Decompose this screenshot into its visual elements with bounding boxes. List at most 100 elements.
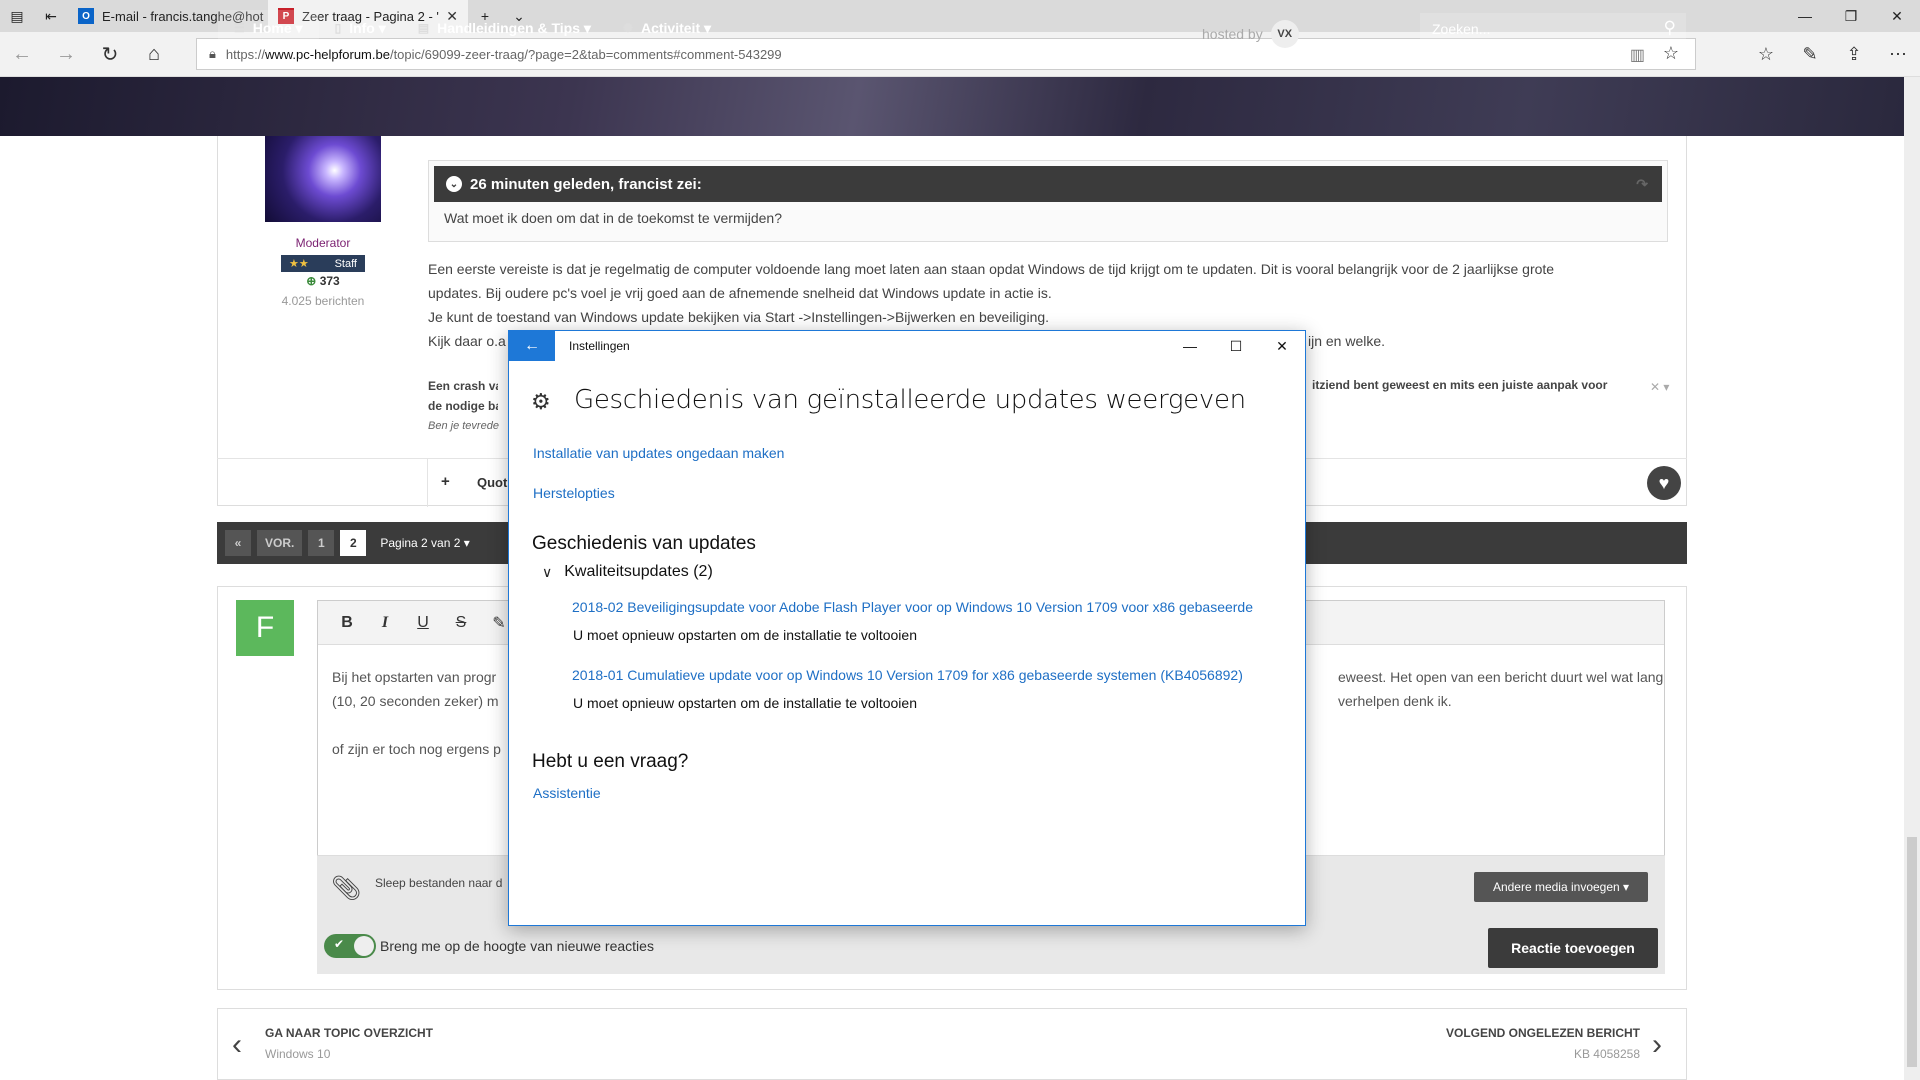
close-icon[interactable]: ✕ <box>1259 331 1305 361</box>
web-note-icon[interactable]: ✎ <box>1788 34 1832 74</box>
chevron-left-icon[interactable]: ‹ <box>232 1028 242 1062</box>
update-history-heading: Geschiedenis van updates <box>532 533 756 554</box>
menu-item-handleidingen[interactable]: ▤ Handleidingen & Tips ▾ <box>402 10 607 46</box>
underline-button[interactable]: U <box>404 614 442 632</box>
set-aside-tabs-icon[interactable]: ⇤ <box>34 0 68 32</box>
document-icon: ▯ <box>334 21 342 35</box>
back-arrow-icon[interactable]: ← <box>509 331 555 361</box>
back-arrow-icon[interactable]: ← <box>0 34 44 74</box>
user-avatar[interactable]: F <box>236 600 294 656</box>
multiquote-plus-icon[interactable]: + <box>441 473 450 490</box>
quality-updates-toggle[interactable]: ∨ Kwaliteitsupdates (2) <box>542 563 713 581</box>
next-unread-topic[interactable]: KB 4058258 <box>1574 1047 1640 1061</box>
insert-media-button[interactable]: Andere media invoegen ▾ <box>1474 872 1648 902</box>
body-line: Een eerste vereiste is dat je regelmatig… <box>428 261 1555 277</box>
quote-header-text: 26 minuten geleden, francist zei: <box>470 175 702 193</box>
topic-navigation <box>217 1008 1687 1080</box>
favorites-hub-icon[interactable]: ☆ <box>1744 34 1788 74</box>
page-scrollbar[interactable] <box>1904 77 1920 1080</box>
outlook-icon: O <box>78 8 94 24</box>
update-link[interactable]: 2018-01 Cumulatieve update voor op Windo… <box>572 667 1288 683</box>
search-icon[interactable]: ⚲ <box>1664 18 1676 38</box>
bold-button[interactable]: B <box>328 614 366 632</box>
page-1-button[interactable]: 1 <box>308 530 335 556</box>
menu-label: Info <box>349 20 375 36</box>
main-menu: ☰ Home ▾ ▯ Info ▾ ▤ Handleidingen & Tips… <box>218 10 727 46</box>
editor-line: (10, 20 seconden zeker) m <box>332 693 499 709</box>
quote-block: ⌄ 26 minuten geleden, francist zei: ↷ Wa… <box>428 160 1668 242</box>
page-2-button[interactable]: 2 <box>340 530 367 556</box>
media-button-label: Andere media invoegen <box>1492 880 1620 894</box>
check-icon: ✔ <box>334 937 345 951</box>
topic-overview-forum[interactable]: Windows 10 <box>265 1047 330 1061</box>
quote-button[interactable]: Quot <box>477 475 507 490</box>
recovery-options-link[interactable]: Herstelopties <box>533 485 615 501</box>
settings-window-title: Instellingen <box>569 339 630 353</box>
body-line: Je kunt de toestand van Windows update b… <box>428 309 1050 325</box>
signature-left: Een crash va de nodige ba <box>428 376 498 416</box>
body-line: updates. Bij oudere pc's voel je vrij go… <box>428 285 1052 301</box>
signature-italic: Ben je tevrede <box>428 420 499 432</box>
settings-page-title: Geschiedenis van geïnstalleerde updates … <box>574 385 1246 415</box>
get-help-link[interactable]: Assistentie <box>533 785 601 801</box>
gear-icon: ⚙ <box>531 389 551 414</box>
maximize-icon[interactable]: ☐ <box>1213 331 1259 361</box>
refresh-icon[interactable]: ↻ <box>88 34 132 74</box>
toggle-knob <box>354 936 374 956</box>
activity-icon: ✺ <box>622 21 633 35</box>
restore-icon[interactable]: ❐ <box>1828 0 1874 32</box>
signature-line: Een crash va <box>428 379 498 393</box>
chevron-down-icon: ⌄ <box>446 176 462 192</box>
divider <box>427 459 428 507</box>
lock-icon: 🔒︎ <box>209 46 216 61</box>
first-page-button[interactable]: « <box>225 530 251 556</box>
quote-header[interactable]: ⌄ 26 minuten geleden, francist zei: ↷ <box>434 166 1662 202</box>
author-avatar[interactable] <box>265 136 381 222</box>
site-header <box>0 77 1904 136</box>
italic-button[interactable]: I <box>366 614 404 632</box>
settings-title-bar: ← Instellingen — ☐ ✕ <box>509 331 1305 361</box>
tab-manager-icon[interactable]: ▤ <box>0 0 34 32</box>
reading-view-icon[interactable]: ▥ <box>1630 45 1645 65</box>
signature-line: de nodige ba <box>428 399 498 413</box>
minimize-icon[interactable]: — <box>1782 0 1828 32</box>
site-search-input[interactable]: Zoeken... ⚲ <box>1420 13 1686 45</box>
page-jump-label: Pagina 2 van 2 <box>380 536 461 550</box>
topic-overview-link[interactable]: GA NAAR TOPIC OVERZICHT <box>265 1026 433 1040</box>
home-icon[interactable]: ⌂ <box>132 34 176 74</box>
update-link[interactable]: 2018-02 Beveiligingsupdate voor Adobe Fl… <box>572 599 1288 615</box>
signature-right: itziend bent geweest en mits een juiste … <box>1312 378 1608 392</box>
update-status: U moet opnieuw opstarten om de installat… <box>573 627 917 643</box>
strikethrough-button[interactable]: S <box>442 614 480 632</box>
forward-arrow-icon[interactable]: → <box>44 34 88 74</box>
prev-page-button[interactable]: VOR. <box>257 530 303 556</box>
menu-item-activiteit[interactable]: ✺ Activiteit ▾ <box>607 10 727 46</box>
search-placeholder: Zoeken... <box>1432 21 1491 37</box>
favorite-star-icon[interactable]: ☆ <box>1663 43 1679 64</box>
menu-label: Home <box>252 20 292 36</box>
author-role: Moderator <box>295 236 351 250</box>
follow-toggle[interactable]: ✔ <box>324 934 376 958</box>
close-window-icon[interactable]: ✕ <box>1874 0 1920 32</box>
share-arrow-icon[interactable]: ↷ <box>1636 176 1648 193</box>
like-heart-icon[interactable]: ♥ <box>1647 466 1681 500</box>
share-icon[interactable]: ⇪ <box>1832 34 1876 74</box>
reputation-value: 373 <box>319 274 340 288</box>
chevron-right-icon[interactable]: › <box>1652 1028 1662 1062</box>
update-status: U moet opnieuw opstarten om de installat… <box>573 695 917 711</box>
more-icon[interactable]: ⋯ <box>1876 34 1920 74</box>
vx-logo-icon[interactable]: VX <box>1270 20 1299 48</box>
follow-label: Breng me op de hoogte van nieuwe reactie… <box>380 938 654 954</box>
minimize-icon[interactable]: — <box>1167 331 1213 361</box>
menu-item-info[interactable]: ▯ Info ▾ <box>319 10 402 46</box>
hosted-by-label: hosted by <box>1202 26 1263 42</box>
staff-badge: ★★ Staff <box>281 255 365 272</box>
page-jump-dropdown[interactable]: Pagina 2 van 2 ▾ <box>372 530 477 556</box>
scrollbar-thumb[interactable] <box>1907 837 1917 1067</box>
submit-reply-button[interactable]: Reactie toevoegen <box>1488 928 1658 968</box>
next-unread-link[interactable]: VOLGEND ONGELEZEN BERICHT <box>1446 1026 1640 1040</box>
uninstall-updates-link[interactable]: Installatie van updates ongedaan maken <box>533 445 784 461</box>
menu-item-home[interactable]: ☰ Home ▾ <box>218 10 319 46</box>
close-signature-icon[interactable]: ✕ ▾ <box>1650 380 1669 394</box>
url-scheme: https:// <box>225 46 265 62</box>
